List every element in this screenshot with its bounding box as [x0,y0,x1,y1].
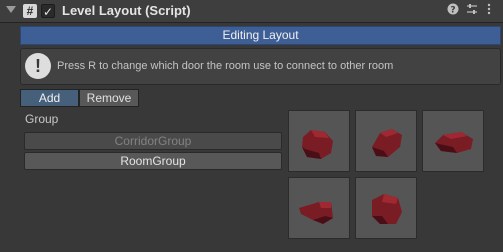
enabled-checkbox[interactable]: ✓ [41,4,55,19]
preset-icon[interactable] [466,3,478,18]
tab-add[interactable]: Add [20,89,79,107]
foldout-arrow-icon[interactable] [6,6,16,13]
room-thumbnail[interactable] [422,110,484,172]
room-thumbnail[interactable] [288,110,350,172]
component-title: Level Layout (Script) [62,3,191,18]
component-header: # ✓ Level Layout (Script) ? [0,0,503,23]
room-thumbnail[interactable] [355,177,417,239]
help-icon[interactable]: ? [447,3,459,18]
svg-text:?: ? [450,6,455,16]
group-button-room[interactable]: RoomGroup [24,152,282,170]
group-label: Group [25,112,59,126]
group-button-corridor: CorridorGroup [24,132,282,150]
room-thumbnail[interactable] [288,177,350,239]
info-icon: ! [25,53,51,79]
room-thumbnail[interactable] [355,110,417,172]
script-icon: # [23,4,37,18]
help-box: ! Press R to change which door the room … [20,48,501,85]
editing-layout-button[interactable]: Editing Layout [20,26,501,45]
tab-remove[interactable]: Remove [79,89,139,107]
help-text: Press R to change which door the room us… [57,60,394,72]
more-menu-icon[interactable] [486,3,492,18]
